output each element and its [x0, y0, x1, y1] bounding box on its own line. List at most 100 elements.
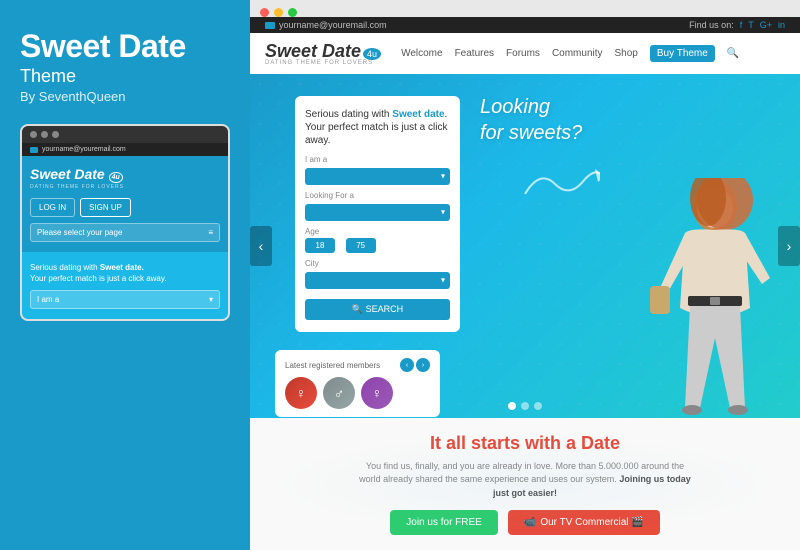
site-nav: Welcome Features Forums Community Shop B…: [401, 45, 785, 62]
nav-features[interactable]: Features: [455, 48, 494, 59]
model-svg: [630, 178, 800, 418]
search-button[interactable]: 🔍 SEARCH: [305, 299, 450, 320]
brand-by: By SeventhQueen: [20, 89, 230, 104]
search-icon[interactable]: 🔍: [727, 48, 739, 59]
bottom-title-start: It all starts with a: [430, 433, 581, 453]
decorative-squiggle: [520, 164, 600, 204]
mobile-dot-1: [30, 131, 37, 138]
site-topbar: yourname@youremail.com Find us on: f T G…: [250, 17, 800, 33]
site-navbar: Sweet Date 4u DATING THEME FOR LOVERS We…: [250, 33, 800, 74]
form-age-label: Age: [305, 227, 450, 236]
site-hero: ‹ › Serious dating with Sweet date. Your…: [250, 74, 800, 418]
mobile-dropdown-label: Please select your page: [37, 228, 122, 237]
mobile-logo-suffix: 4u: [109, 172, 123, 183]
form-city-select[interactable]: [305, 272, 450, 289]
site-logo-suffix: 4u: [363, 48, 381, 60]
twitter-icon[interactable]: T: [748, 20, 754, 30]
form-iama-label: I am a: [305, 155, 450, 164]
form-title: Serious dating with Sweet date. Your per…: [305, 108, 450, 147]
form-age-from[interactable]: [305, 238, 335, 253]
browser-close-dot: [260, 8, 269, 17]
mobile-browser-bar: [22, 126, 228, 143]
site-bottom: It all starts with a Date You find us, f…: [250, 418, 800, 550]
bottom-text-bold: Joining us today just got easier!: [493, 474, 691, 498]
mobile-iama-label: I am a: [37, 295, 59, 304]
tv-commercial-button[interactable]: 📹 Our TV Commercial 🎬: [508, 510, 660, 535]
nav-community[interactable]: Community: [552, 48, 603, 59]
browser-maximize-dot: [288, 8, 297, 17]
mobile-signup-button[interactable]: SIGN UP: [80, 198, 131, 217]
nav-shop[interactable]: Shop: [615, 48, 638, 59]
join-free-button[interactable]: Join us for FREE: [390, 510, 498, 535]
hero-tagline: Looking for sweets?: [480, 94, 582, 146]
form-age-row: Age -: [305, 227, 450, 253]
form-city-row: City: [305, 259, 450, 289]
topbar-findus: Find us on:: [689, 20, 734, 30]
form-looking-row: Looking For a: [305, 191, 450, 221]
member-avatar-2: ♂: [323, 377, 355, 409]
site-logo-sub: DATING THEME FOR LOVERS: [265, 60, 381, 66]
email-icon: [30, 147, 38, 153]
form-looking-select[interactable]: [305, 204, 450, 221]
bottom-buttons: Join us for FREE 📹 Our TV Commercial 🎬: [270, 510, 780, 535]
chevron-down-icon: ▾: [209, 295, 213, 304]
form-age-to[interactable]: [346, 238, 376, 253]
topbar-left: yourname@youremail.com: [265, 20, 387, 30]
mobile-logo: Sweet Date 4u: [30, 166, 123, 182]
hero-next-button[interactable]: ›: [778, 226, 800, 266]
theme-label: Theme: [20, 66, 230, 87]
age-dash: -: [339, 241, 342, 250]
hero-right: Looking for sweets?: [460, 74, 800, 418]
slider-dots: [508, 402, 542, 410]
mobile-iama-dropdown[interactable]: I am a ▾: [30, 290, 220, 309]
chevron-down-icon: ≡: [208, 228, 213, 237]
hero-tagline-line1: Looking: [480, 96, 550, 118]
form-iama-row: I am a: [305, 155, 450, 185]
nav-forums[interactable]: Forums: [506, 48, 540, 59]
mobile-section2-text: Serious dating with Sweet date.Your perf…: [30, 262, 220, 284]
hero-search-form: Serious dating with Sweet date. Your per…: [295, 96, 460, 332]
mobile-preview: yourname@youremail.com Sweet Date 4u DAT…: [20, 124, 230, 321]
hero-model: [630, 74, 800, 418]
site-logo-text: Sweet Date: [265, 41, 361, 62]
mobile-buttons: LOG IN SIGN UP: [30, 198, 220, 217]
members-next-button[interactable]: ›: [416, 358, 430, 372]
slider-dot-2[interactable]: [521, 402, 529, 410]
brand-title: Sweet Date: [20, 30, 230, 62]
tv-commercial-label: Our TV Commercial 🎬: [540, 517, 643, 528]
mobile-page-dropdown[interactable]: Please select your page ≡: [30, 223, 220, 242]
browser-content: yourname@youremail.com Find us on: f T G…: [250, 17, 800, 550]
tv-icon: 📹: [524, 517, 536, 528]
bottom-title: It all starts with a Date: [270, 433, 780, 454]
search-icon: 🔍: [352, 304, 363, 314]
mobile-topbar: yourname@youremail.com: [22, 143, 228, 156]
hero-prev-button[interactable]: ‹: [250, 226, 272, 266]
slider-dot-3[interactable]: [534, 402, 542, 410]
slider-dot-1[interactable]: [508, 402, 516, 410]
email-icon: [265, 22, 275, 29]
nav-welcome[interactable]: Welcome: [401, 48, 443, 59]
left-panel: Sweet Date Theme By SeventhQueen yournam…: [0, 0, 250, 550]
form-iama-select[interactable]: [305, 168, 450, 185]
site-logo: Sweet Date 4u DATING THEME FOR LOVERS: [265, 41, 381, 66]
latest-members-card: Latest registered members ‹ › ♀ ♂ ♀: [275, 350, 440, 417]
members-title: Latest registered members: [285, 361, 380, 370]
mobile-logo-sub: DATING THEME FOR LOVERS: [30, 184, 220, 190]
member-avatar-3: ♀: [361, 377, 393, 409]
mobile-dot-3: [52, 131, 59, 138]
topbar-right: Find us on: f T G+ in: [689, 20, 785, 30]
bottom-title-bold: Date: [581, 433, 620, 453]
member-avatar-1: ♀: [285, 377, 317, 409]
nav-buy-theme[interactable]: Buy Theme: [650, 45, 715, 62]
mobile-body: Sweet Date 4u DATING THEME FOR LOVERS LO…: [22, 156, 228, 252]
browser-chrome: [250, 0, 800, 17]
googleplus-icon[interactable]: G+: [760, 20, 772, 30]
mobile-section2: Serious dating with Sweet date.Your perf…: [22, 252, 228, 319]
linkedin-icon[interactable]: in: [778, 20, 785, 30]
members-prev-button[interactable]: ‹: [400, 358, 414, 372]
mobile-topbar-email: yourname@youremail.com: [42, 146, 126, 153]
mobile-login-button[interactable]: LOG IN: [30, 198, 75, 217]
members-avatars: ♀ ♂ ♀: [285, 377, 430, 409]
browser-minimize-dot: [274, 8, 283, 17]
facebook-icon[interactable]: f: [740, 20, 743, 30]
